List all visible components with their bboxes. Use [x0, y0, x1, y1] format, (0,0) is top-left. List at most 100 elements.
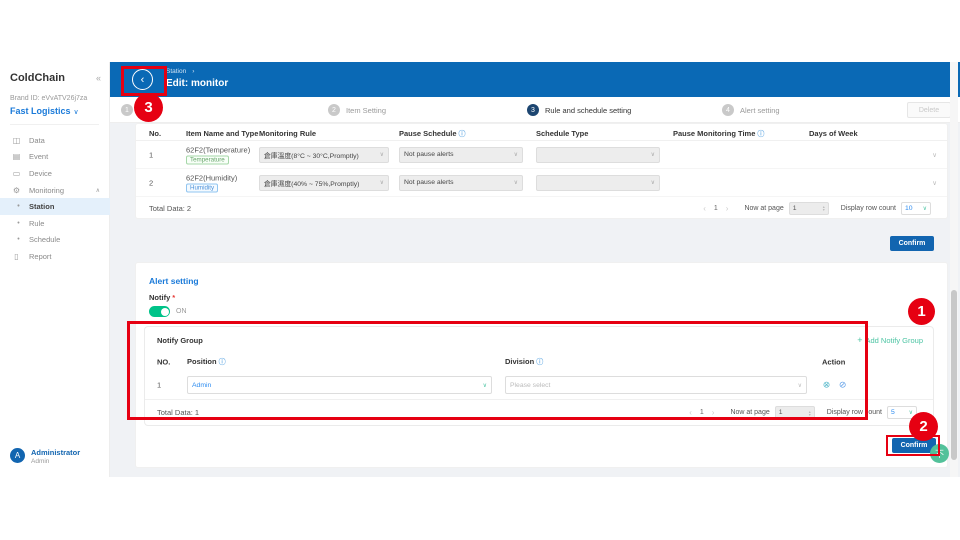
- sidebar-divider: [10, 124, 99, 125]
- row-count-select[interactable]: 10 ∨: [901, 202, 931, 215]
- page-input[interactable]: 1 ▴▾: [789, 202, 829, 215]
- user-name: Administrator: [31, 448, 80, 457]
- bullet-icon: •: [16, 203, 21, 210]
- sidebar-nav: ◫ Data ▤ Event ▭ Device ⚙ Monitoring ∧ •…: [0, 132, 110, 265]
- sidebar-item-report[interactable]: ▯ Report: [0, 248, 110, 265]
- chevron-down-icon: ∨: [514, 179, 518, 186]
- gear-icon: ⚙: [12, 186, 21, 195]
- sidebar: ColdChain « Brand ID: eVvATV26j7za Fast …: [0, 62, 110, 477]
- breadcrumb-separator: ›: [192, 68, 194, 75]
- delete-button[interactable]: Delete: [907, 102, 951, 118]
- step-number: 1: [121, 104, 133, 116]
- step-item-setting[interactable]: 2 Item Setting: [328, 97, 386, 123]
- sidebar-item-station[interactable]: • Station: [0, 198, 110, 215]
- step-alert-setting[interactable]: 4 Alert setting: [722, 97, 780, 123]
- item-name-type: 62F2(Humidity) Humidity: [186, 173, 237, 192]
- pagination: ‹ 1 › Now at page 1 ▴▾ Display row count…: [699, 202, 931, 215]
- toggle-knob: [161, 308, 169, 316]
- total-data-label: Total Data: 2: [149, 204, 191, 213]
- notify-toggle[interactable]: [149, 306, 170, 317]
- rule-table-header: No. Item Name and Type Monitoring Rule P…: [136, 124, 947, 141]
- chevron-down-icon: ∨: [923, 205, 927, 212]
- bullet-icon: •: [16, 220, 21, 227]
- step-number: 4: [722, 104, 734, 116]
- notify-label: Notify*: [149, 293, 175, 302]
- brand-selector[interactable]: Fast Logistics∨: [10, 106, 79, 116]
- sidebar-item-rule[interactable]: • Rule: [0, 215, 110, 232]
- page-header: [110, 62, 960, 97]
- col-pause-time: Pause Monitoring Timeⓘ: [673, 129, 764, 139]
- col-no: No.: [149, 129, 161, 138]
- report-icon: ▯: [12, 252, 21, 261]
- brand-id: Brand ID: eVvATV26j7za: [10, 95, 87, 102]
- type-badge: Temperature: [186, 155, 229, 164]
- avatar: A: [10, 448, 25, 463]
- required-mark: *: [172, 293, 175, 302]
- annotation-badge-1: 1: [908, 298, 935, 325]
- sidebar-collapse-icon[interactable]: «: [96, 73, 101, 83]
- page-title: Edit: monitor: [166, 78, 228, 89]
- data-icon: ◫: [12, 136, 21, 145]
- col-pause: Pause Scheduleⓘ: [399, 129, 466, 139]
- row-no: 1: [149, 150, 153, 159]
- step-number: 3: [527, 104, 539, 116]
- chevron-down-icon: ∨: [651, 179, 655, 186]
- rule-table-footer: Total Data: 2 ‹ 1 › Now at page 1 ▴▾ Dis…: [136, 197, 947, 219]
- user-role: Admin: [31, 458, 80, 465]
- table-row: 2 62F2(Humidity) Humidity 倉庫濕度(40% ~ 75%…: [136, 169, 947, 197]
- display-row-label: Display row count: [841, 205, 896, 212]
- alert-section-title: Alert setting: [149, 276, 199, 286]
- toggle-state-label: ON: [176, 308, 187, 315]
- sidebar-item-data[interactable]: ◫ Data: [0, 132, 110, 149]
- info-icon: ⓘ: [757, 131, 764, 138]
- page-number[interactable]: 1: [714, 205, 718, 212]
- days-of-week-expander[interactable]: ∨: [932, 151, 937, 159]
- sidebar-item-monitoring[interactable]: ⚙ Monitoring ∧: [0, 182, 110, 199]
- screenshot-stage: ColdChain « Brand ID: eVvATV26j7za Fast …: [0, 0, 960, 540]
- schedule-type-select[interactable]: ∨: [536, 175, 660, 191]
- next-page-icon[interactable]: ›: [726, 204, 729, 213]
- col-item: Item Name and Type: [186, 129, 258, 138]
- app-logo: ColdChain: [10, 72, 65, 84]
- confirm-button-rules[interactable]: Confirm: [890, 236, 934, 251]
- step-rule-schedule[interactable]: 3 Rule and schedule setting: [527, 97, 631, 123]
- chevron-down-icon: ∨: [380, 179, 384, 186]
- steps-bar: 1 Setting 2 Item Setting 3 Rule and sche…: [110, 97, 960, 123]
- chevron-down-icon: ∨: [651, 151, 655, 158]
- info-icon: ⓘ: [459, 131, 466, 138]
- sidebar-item-schedule[interactable]: • Schedule: [0, 232, 110, 249]
- step-number: 2: [328, 104, 340, 116]
- annotation-box-back-button: [121, 66, 167, 96]
- user-account[interactable]: A Administrator Admin: [10, 448, 80, 465]
- prev-page-icon[interactable]: ‹: [703, 204, 706, 213]
- schedule-type-select[interactable]: ∨: [536, 147, 660, 163]
- device-icon: ▭: [12, 169, 21, 178]
- rule-table-card: No. Item Name and Type Monitoring Rule P…: [135, 123, 948, 219]
- chevron-down-icon: ∨: [74, 109, 79, 116]
- pause-schedule-select[interactable]: Not pause alerts∨: [399, 147, 523, 163]
- type-badge: Humidity: [186, 183, 218, 192]
- days-of-week-expander[interactable]: ∨: [932, 179, 937, 187]
- col-schedule-type: Schedule Type: [536, 129, 588, 138]
- item-name-type: 62F2(Temperature) Temperature: [186, 145, 250, 164]
- annotation-badge-2: 2: [909, 412, 938, 441]
- chevron-down-icon: ∨: [514, 151, 518, 158]
- stepper-icon[interactable]: ▴▾: [823, 205, 825, 211]
- monitoring-rule-select[interactable]: 倉庫濕度(40% ~ 75%,Promptly)∨: [259, 175, 389, 191]
- caret-up-icon: ∧: [96, 187, 100, 194]
- sidebar-item-device[interactable]: ▭ Device: [0, 165, 110, 182]
- table-row: 1 62F2(Temperature) Temperature 倉庫溫度(8°C…: [136, 141, 947, 169]
- monitoring-rule-select[interactable]: 倉庫溫度(8°C ~ 30°C,Promptly)∨: [259, 147, 389, 163]
- col-days: Days of Week: [809, 129, 858, 138]
- scrollbar-thumb[interactable]: [951, 290, 957, 460]
- now-at-page-label: Now at page: [744, 205, 783, 212]
- row-no: 2: [149, 178, 153, 187]
- chevron-down-icon: ∨: [909, 409, 913, 416]
- chevron-down-icon: ∨: [380, 151, 384, 158]
- breadcrumb[interactable]: Station›: [166, 68, 194, 75]
- pause-schedule-select[interactable]: Not pause alerts∨: [399, 175, 523, 191]
- annotation-box-notify-group: [127, 321, 868, 420]
- sidebar-item-event[interactable]: ▤ Event: [0, 149, 110, 166]
- bullet-icon: •: [16, 236, 21, 243]
- annotation-badge-3: 3: [134, 93, 163, 122]
